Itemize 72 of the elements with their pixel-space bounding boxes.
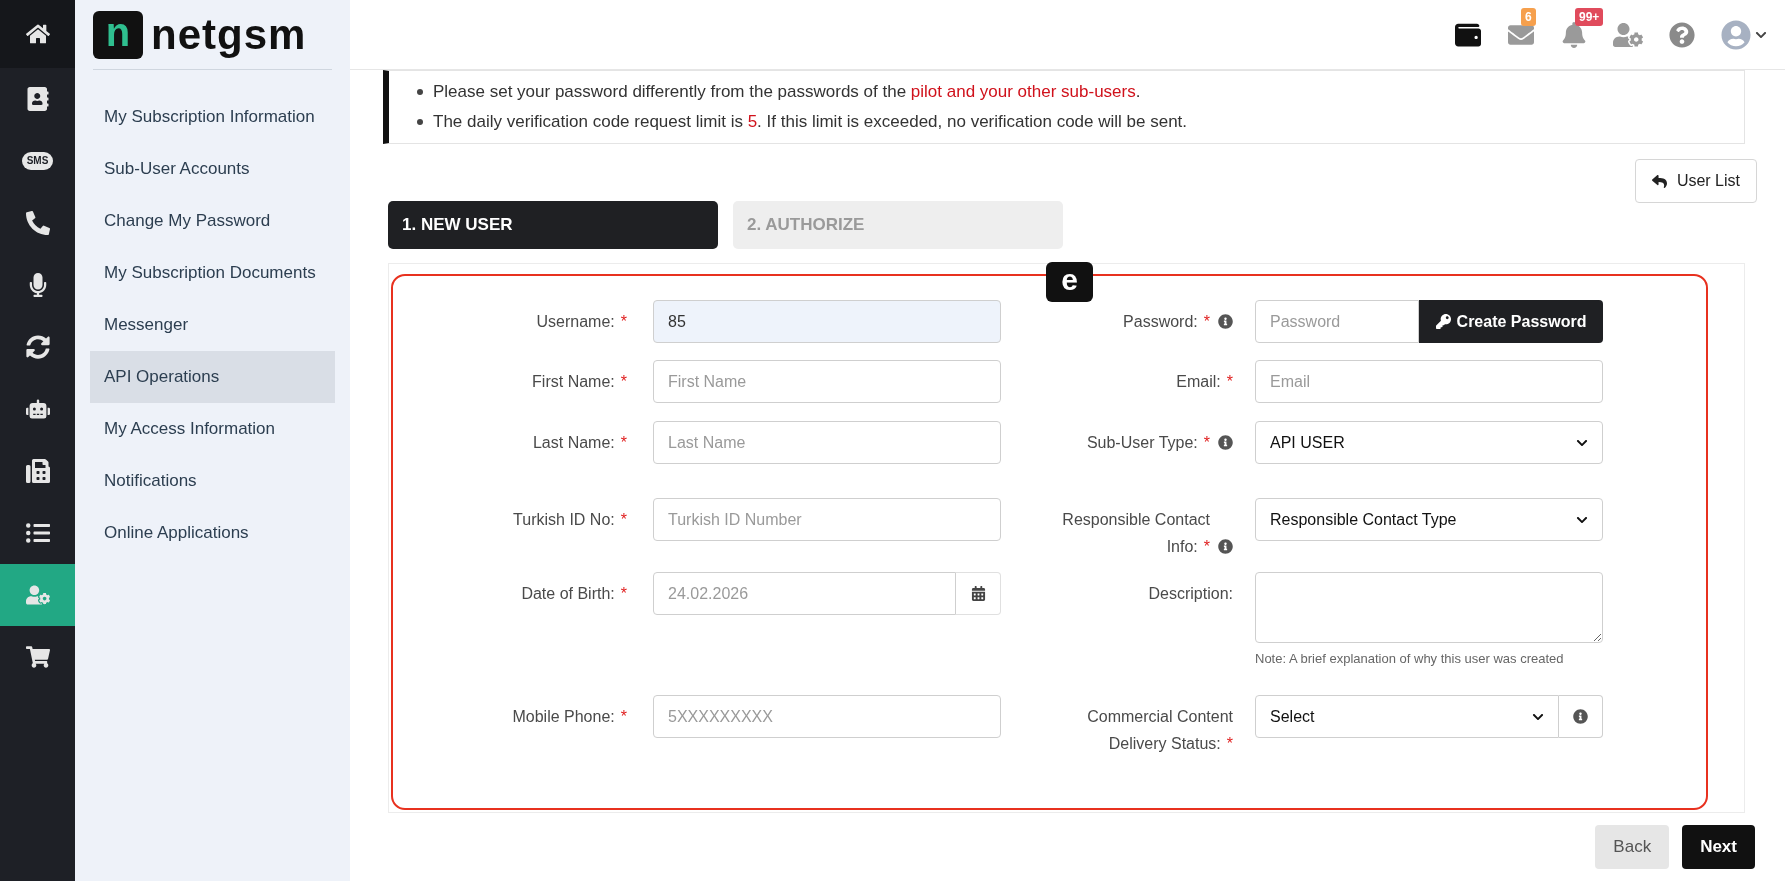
fax-icon <box>25 459 50 483</box>
logo-text: netgsm <box>151 13 307 56</box>
field-label: First Name: * <box>532 372 627 392</box>
field-label: Mobile Phone: * <box>512 707 627 727</box>
info-icon[interactable] <box>1218 539 1233 554</box>
bell-icon[interactable] <box>1561 21 1587 48</box>
user-settings-icon[interactable] <box>1613 21 1643 48</box>
info-button[interactable] <box>1559 695 1603 738</box>
user-settings-icon <box>25 583 50 607</box>
field-label: Commercial Content Delivery Status: * <box>1086 707 1233 754</box>
calendar-button[interactable] <box>956 572 1001 615</box>
list-icon <box>25 521 50 545</box>
marker-badge: e <box>1046 262 1093 302</box>
contact-book-icon <box>25 87 50 111</box>
sidebar-item[interactable]: Sub-User Accounts <box>90 143 335 195</box>
back-arrow-icon <box>1651 173 1667 189</box>
back-button[interactable]: Back <box>1595 825 1670 869</box>
sidebar-item[interactable]: Online Applications <box>90 507 335 559</box>
select-field[interactable]: Select <box>1255 695 1559 738</box>
sidebar-item[interactable]: My Subscription Documents <box>90 247 335 299</box>
sidebar-item[interactable]: My Access Information <box>90 403 335 455</box>
sync-icon <box>25 335 50 359</box>
text-field[interactable]: 85 <box>653 300 1001 343</box>
mail-count-badge: 6 <box>1521 7 1536 26</box>
notice-text: The daily verification code request limit is 5. If this limit is exceeded, no verification code will be sent. <box>433 111 1188 134</box>
text-field[interactable]: Email <box>1255 360 1603 403</box>
help-icon[interactable] <box>1669 21 1695 48</box>
sidebar-item[interactable]: Change My Password <box>90 195 335 247</box>
field-label: Username: * <box>536 312 627 332</box>
description-field[interactable] <box>1255 572 1603 643</box>
next-button[interactable]: Next <box>1682 825 1755 869</box>
field-label: Date of Birth: * <box>521 584 627 604</box>
user-list-button[interactable]: User List <box>1634 159 1757 203</box>
sidebar-item[interactable]: My Subscription Information <box>90 91 335 143</box>
notification-count-badge: 99+ <box>1575 7 1604 26</box>
step-tab[interactable]: 1. NEW USER <box>388 201 718 249</box>
field-label: Last Name: * <box>532 433 627 453</box>
key-icon <box>1435 314 1451 329</box>
cart-icon <box>25 645 50 669</box>
date-field[interactable]: 24.02.2026 <box>653 572 956 615</box>
text-field[interactable]: 5XXXXXXXXX <box>653 695 1001 738</box>
field-label: Responsible Contact Info: * <box>1061 510 1210 557</box>
calendar-icon <box>970 586 986 601</box>
rail-item[interactable] <box>0 0 75 68</box>
info-icon <box>1573 709 1588 724</box>
home-icon <box>25 22 50 46</box>
info-icon[interactable] <box>1218 314 1233 329</box>
sms-icon: SMS <box>21 152 54 170</box>
bullet-icon <box>417 119 423 125</box>
phone-icon <box>25 211 50 235</box>
text-field[interactable]: Last Name <box>653 421 1001 464</box>
field-label: Email: * <box>1176 372 1233 392</box>
robot-icon <box>25 397 50 421</box>
sidebar-item[interactable]: Messenger <box>90 299 335 351</box>
select-field[interactable]: API USER <box>1255 421 1603 464</box>
field-label: Password: * <box>1123 312 1210 332</box>
sidebar-item[interactable]: Notifications <box>90 455 335 507</box>
logo-mark: n <box>93 10 143 59</box>
sidebar-item[interactable]: API Operations <box>90 351 335 403</box>
field-label: Sub-User Type: * <box>1086 433 1210 453</box>
text-field[interactable]: Turkish ID Number <box>653 498 1001 541</box>
bullet-icon <box>417 89 423 95</box>
wallet-icon[interactable] <box>1455 21 1481 48</box>
create-password-button[interactable]: Create Password <box>1419 300 1603 343</box>
select-field[interactable]: Responsible Contact Type <box>1255 498 1603 541</box>
description-note: Note: A brief explanation of why this user was created <box>1255 650 1565 668</box>
notice-text: Please set your password differently from the passwords of the pilot and your other sub-users. <box>433 81 1141 104</box>
info-icon[interactable] <box>1218 435 1233 450</box>
password-field[interactable]: Password <box>1255 300 1419 343</box>
text-field[interactable]: First Name <box>653 360 1001 403</box>
field-label: Description: <box>1148 584 1233 604</box>
field-label: Turkish ID No: * <box>513 510 627 530</box>
